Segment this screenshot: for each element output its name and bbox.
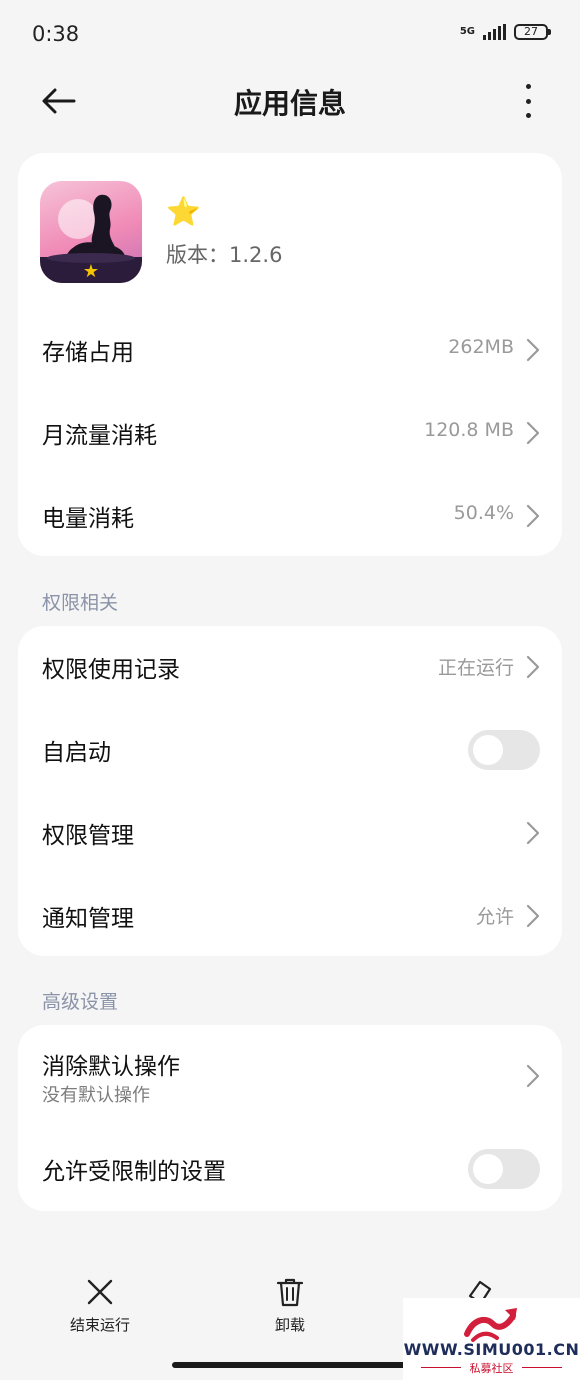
row-label: 自启动 [42,740,111,766]
chevron-right-icon [526,338,540,362]
app-info-card: ★ ⭐ 版本：1.2.6 存储占用 262MB 月流量消耗 120.8 MB 电… [18,153,562,556]
row-value: 50.4% [453,502,514,524]
status-time: 0:38 [32,22,80,46]
row-label: 通知管理 [42,906,134,932]
watermark-text: WWW.SIMU001.CN [403,1340,580,1359]
row-value: 262MB [448,336,514,358]
network-type-icon: 5G [459,26,475,37]
row-label: 电量消耗 [42,506,134,532]
uninstall-label: 卸载 [274,1316,305,1334]
row-label: 权限管理 [42,823,134,849]
close-icon [87,1279,113,1305]
restricted-settings-toggle[interactable] [468,1149,540,1189]
row-label: 权限使用记录 [42,657,180,683]
force-stop-label: 结束运行 [69,1316,130,1334]
status-icons: 5G 27 [459,24,551,40]
watermark-rule-right [522,1367,562,1368]
clear-defaults-row[interactable]: 消除默认操作 没有默认操作 [18,1025,562,1125]
watermark: WWW.SIMU001.CN 私募社区 [403,1298,580,1380]
row-value: 120.8 MB [424,419,514,441]
home-indicator[interactable] [172,1362,408,1368]
row-label: 存储占用 [42,340,134,366]
chevron-right-icon [526,904,540,928]
app-name-star-icon: ⭐ [166,195,201,228]
app-icon: ★ [40,181,142,283]
storage-row[interactable]: 存储占用 262MB [18,309,562,392]
permissions-card: 权限使用记录 正在运行 自启动 权限管理 通知管理 允许 [18,626,562,956]
row-value: 允许 [475,906,514,928]
watermark-subtitle: 私募社区 [469,1362,514,1375]
notification-management-row[interactable]: 通知管理 允许 [18,875,562,958]
chevron-right-icon [526,421,540,445]
autostart-row: 自启动 [18,709,562,792]
chevron-right-icon [526,655,540,679]
signal-icon [483,24,506,40]
row-label: 允许受限制的设置 [42,1159,226,1185]
status-bar: 0:38 5G 27 [0,0,580,70]
app-version: 版本：1.2.6 [166,243,283,267]
row-value: 正在运行 [437,657,514,679]
toggle-knob [473,1154,503,1184]
advanced-card: 消除默认操作 没有默认操作 允许受限制的设置 [18,1025,562,1211]
permission-management-row[interactable]: 权限管理 [18,792,562,875]
row-label: 消除默认操作 [42,1054,180,1080]
battery-icon: 27 [514,24,551,40]
page-title: 应用信息 [233,87,346,120]
section-title-advanced: 高级设置 [42,991,119,1013]
section-title-permissions: 权限相关 [42,592,119,614]
data-usage-row[interactable]: 月流量消耗 120.8 MB [18,392,562,475]
app-bar: 应用信息 [0,70,580,132]
more-options-icon[interactable] [522,84,534,118]
permission-usage-record-row[interactable]: 权限使用记录 正在运行 [18,626,562,709]
watermark-logo-icon [464,1308,517,1342]
chevron-right-icon [526,821,540,845]
chevron-right-icon [526,504,540,528]
row-sublabel: 没有默认操作 [42,1085,150,1106]
row-label: 月流量消耗 [42,423,157,449]
battery-usage-row[interactable]: 电量消耗 50.4% [18,475,562,558]
chevron-right-icon [526,1064,540,1088]
toggle-knob [473,735,503,765]
uninstall-button[interactable]: 卸载 [230,1276,350,1335]
restricted-settings-row: 允许受限制的设置 [18,1128,562,1211]
svg-text:★: ★ [83,261,99,282]
force-stop-button[interactable]: 结束运行 [40,1276,160,1335]
autostart-toggle[interactable] [468,730,540,770]
trash-icon [276,1278,304,1307]
